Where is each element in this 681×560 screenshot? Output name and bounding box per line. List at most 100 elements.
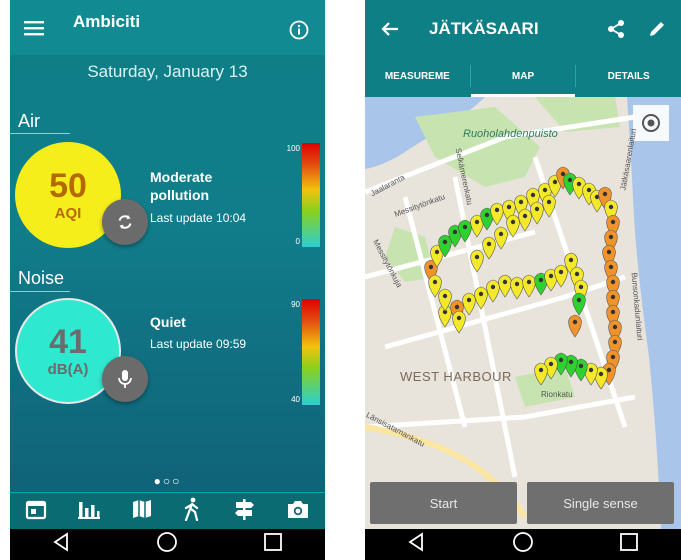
route-app-bar: JÄTKÄSAARI [365,0,681,55]
marker-dot [510,219,516,225]
locate-button [633,105,669,141]
noise-db-value: 41 [49,322,87,361]
marker-dot [484,212,490,218]
home-nav-icon[interactable] [156,531,178,558]
marker-dot [610,354,616,360]
air-scale-max: 100 [286,144,300,153]
share-icon[interactable] [605,18,627,40]
marker-dot [572,319,578,325]
recents-nav-icon[interactable] [619,532,639,557]
menu-icon[interactable] [22,17,46,39]
measurement-marker[interactable] [490,202,504,226]
marker-dot [506,204,512,210]
refresh-icon [118,215,132,229]
measurement-marker[interactable] [554,264,568,288]
system-nav-bar [365,529,681,560]
app-title: Ambiciti [73,12,141,31]
marker-dot [526,279,532,285]
camera-icon[interactable] [286,498,310,525]
noise-db-unit: dB(A) [47,360,89,378]
route-map[interactable]: Ruoholahdenpuisto Jaalaranta Messitytönk… [365,97,681,529]
calendar-icon[interactable] [25,498,47,525]
measurement-marker[interactable] [498,274,512,298]
marker-dot [612,339,618,345]
marker-dot [602,191,608,197]
air-last-update: Last update 10:04 [150,211,247,225]
marker-dot [534,206,540,212]
map-label-area: WEST HARBOUR [400,369,512,384]
air-color-scale [302,143,320,247]
marker-dot [610,309,616,315]
marker-dot [442,293,448,299]
back-arrow-icon[interactable] [379,18,401,40]
measurement-marker[interactable] [518,208,532,232]
map-icon[interactable] [131,498,153,525]
measurement-marker[interactable] [482,236,496,260]
marker-dot [522,213,528,219]
back-nav-icon[interactable] [407,532,427,557]
marker-dot [462,224,468,230]
measurement-marker[interactable] [474,286,488,310]
app-bar: Ambiciti [10,0,325,55]
walk-icon[interactable] [182,497,202,526]
marker-dot [538,367,544,373]
noise-scale-max: 90 [291,300,300,309]
marker-dot [432,279,438,285]
tab-details[interactable]: DETAILS [576,55,681,97]
marker-dot [578,284,584,290]
marker-dot [498,231,504,237]
marker-dot [548,361,554,367]
measurement-marker[interactable] [522,274,536,298]
record-noise-button[interactable] [102,356,148,402]
edit-pencil-icon[interactable] [646,18,668,40]
bar-chart-icon[interactable] [77,498,101,525]
measurement-marker[interactable] [568,314,582,338]
measurement-marker[interactable] [530,201,544,225]
marker-dot [558,269,564,275]
marker-dot [514,281,520,287]
marker-dot [608,234,614,240]
marker-dot [588,367,594,373]
marker-dot [610,294,616,300]
signpost-icon[interactable] [232,497,256,526]
noise-color-scale [302,299,320,405]
system-nav-bar [10,529,325,560]
info-icon[interactable] [288,19,310,41]
marker-dot [542,187,548,193]
noise-divider [10,291,70,292]
measurement-marker[interactable] [462,292,476,316]
air-aqi-value: 50 [49,166,87,205]
measurement-marker[interactable] [486,279,500,303]
refresh-air-button[interactable] [102,199,148,245]
route-tabs: MEASUREME MAP DETAILS [365,55,681,97]
start-button[interactable]: Start [370,482,517,524]
home-nav-icon[interactable] [512,531,534,558]
back-nav-icon[interactable] [52,532,72,557]
marker-dot [474,219,480,225]
bottom-navigation [10,492,325,530]
pager-dots[interactable]: ●○○ [10,474,325,488]
measurement-marker[interactable] [506,214,520,238]
marker-dot [486,241,492,247]
tab-measurements[interactable]: MEASUREME [365,55,470,97]
marker-dot [490,284,496,290]
recents-nav-icon[interactable] [263,532,283,557]
marker-dot [502,279,508,285]
marker-dot [586,187,592,193]
tab-map[interactable]: MAP [470,55,576,97]
marker-dot [567,177,573,183]
single-sense-button[interactable]: Single sense [527,482,674,524]
route-title: JÄTKÄSAARI [429,19,539,38]
marker-dot [606,249,612,255]
map-label-park: Ruoholahdenpuisto [463,128,558,140]
air-scale-min: 0 [295,237,300,246]
measurement-marker[interactable] [572,292,586,316]
air-status: Moderate pollution [150,169,213,203]
marker-dot [560,171,566,177]
marker-dot [474,254,480,260]
date-label: Saturday, January 13 [87,62,248,81]
air-section-label: Air [18,111,40,131]
measurement-marker[interactable] [494,226,508,250]
measurement-marker[interactable] [510,276,524,300]
marker-dot [598,371,604,377]
